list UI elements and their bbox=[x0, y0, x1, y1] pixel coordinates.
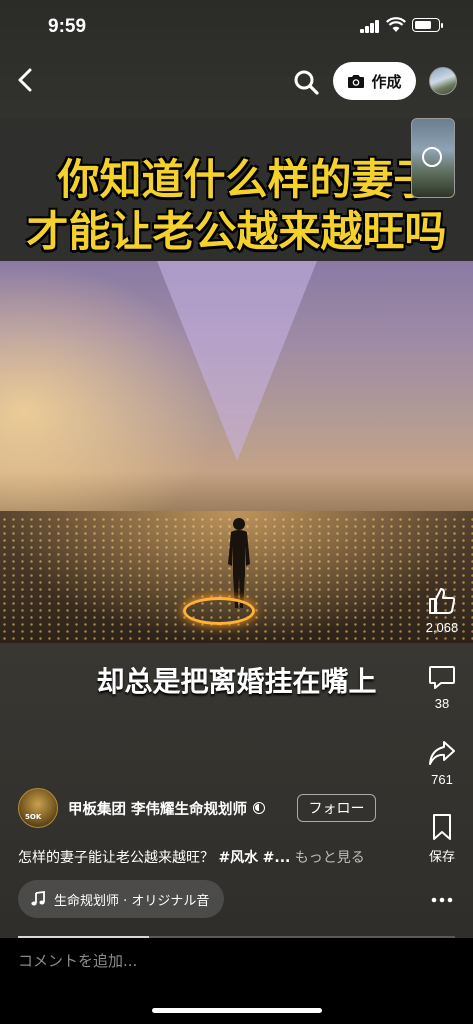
hashtag-link[interactable]: #风水 bbox=[218, 850, 258, 866]
record-ring-icon bbox=[422, 147, 442, 167]
back-arrow-icon[interactable] bbox=[12, 66, 40, 94]
save-label: 保存 bbox=[428, 849, 455, 864]
pip-thumbnail[interactable] bbox=[411, 118, 455, 198]
hashtag-link[interactable]: #... bbox=[263, 850, 291, 866]
share-button[interactable]: 761 bbox=[414, 738, 470, 787]
home-indicator bbox=[152, 1008, 322, 1013]
share-arrow-icon bbox=[429, 741, 455, 765]
description-text: 怎样的妻子能让老公越来越旺？ bbox=[18, 850, 214, 866]
thumbs-up-icon bbox=[429, 588, 456, 614]
screen: 9:59 作成 你知道什么样的妻子 才能让老公越来越旺吗 却总是把离婚挂在嘴上 … bbox=[0, 0, 473, 1024]
more-options-button[interactable] bbox=[414, 890, 470, 910]
status-bar: 9:59 bbox=[0, 0, 473, 52]
battery-icon bbox=[412, 18, 443, 32]
signal-icon bbox=[360, 20, 380, 33]
search-icon[interactable] bbox=[292, 68, 320, 96]
glowing-ring bbox=[183, 597, 255, 625]
music-label: 生命规划师 · オリジナル音 bbox=[54, 893, 210, 909]
author-avatar-text: 5OK bbox=[25, 813, 42, 821]
camera-icon bbox=[348, 75, 365, 88]
status-time: 9:59 bbox=[48, 16, 87, 37]
share-count: 761 bbox=[431, 772, 453, 787]
video-subtitle: 却总是把离婚挂在嘴上 bbox=[96, 665, 377, 698]
video-scene bbox=[0, 261, 473, 643]
like-button[interactable]: 2,068 bbox=[414, 586, 470, 635]
create-button[interactable]: 作成 bbox=[333, 62, 416, 100]
comment-button[interactable]: 38 bbox=[414, 662, 470, 711]
profile-avatar[interactable] bbox=[429, 67, 457, 95]
author-avatar[interactable]: 5OK bbox=[18, 788, 58, 828]
see-more-link[interactable]: もっと見る bbox=[295, 850, 365, 866]
follow-button[interactable]: フォロー bbox=[297, 794, 376, 822]
video-caption-line2: 才能让老公越来越旺吗 bbox=[26, 207, 447, 256]
bookmark-icon bbox=[433, 814, 451, 840]
music-note-icon bbox=[31, 891, 45, 906]
more-dots-icon bbox=[431, 897, 453, 903]
comment-input[interactable]: コメントを追加... bbox=[18, 950, 137, 971]
create-button-label: 作成 bbox=[371, 72, 402, 91]
author-row: 5OK 甲板集团 李伟耀生命规划师 bbox=[18, 788, 266, 828]
comment-bubble-icon bbox=[429, 666, 455, 689]
comment-count: 38 bbox=[434, 696, 450, 711]
save-button[interactable]: 保存 bbox=[414, 812, 470, 865]
author-name[interactable]: 甲板集团 李伟耀生命规划师 bbox=[68, 798, 247, 819]
like-count: 2,068 bbox=[425, 620, 459, 635]
music-pill[interactable]: 生命规划师 · オリジナル音 bbox=[18, 880, 224, 918]
video-description: 怎样的妻子能让老公越来越旺？ #风水 #... もっと見る bbox=[18, 847, 365, 867]
verified-badge-icon bbox=[253, 802, 266, 814]
wifi-icon bbox=[386, 17, 406, 32]
